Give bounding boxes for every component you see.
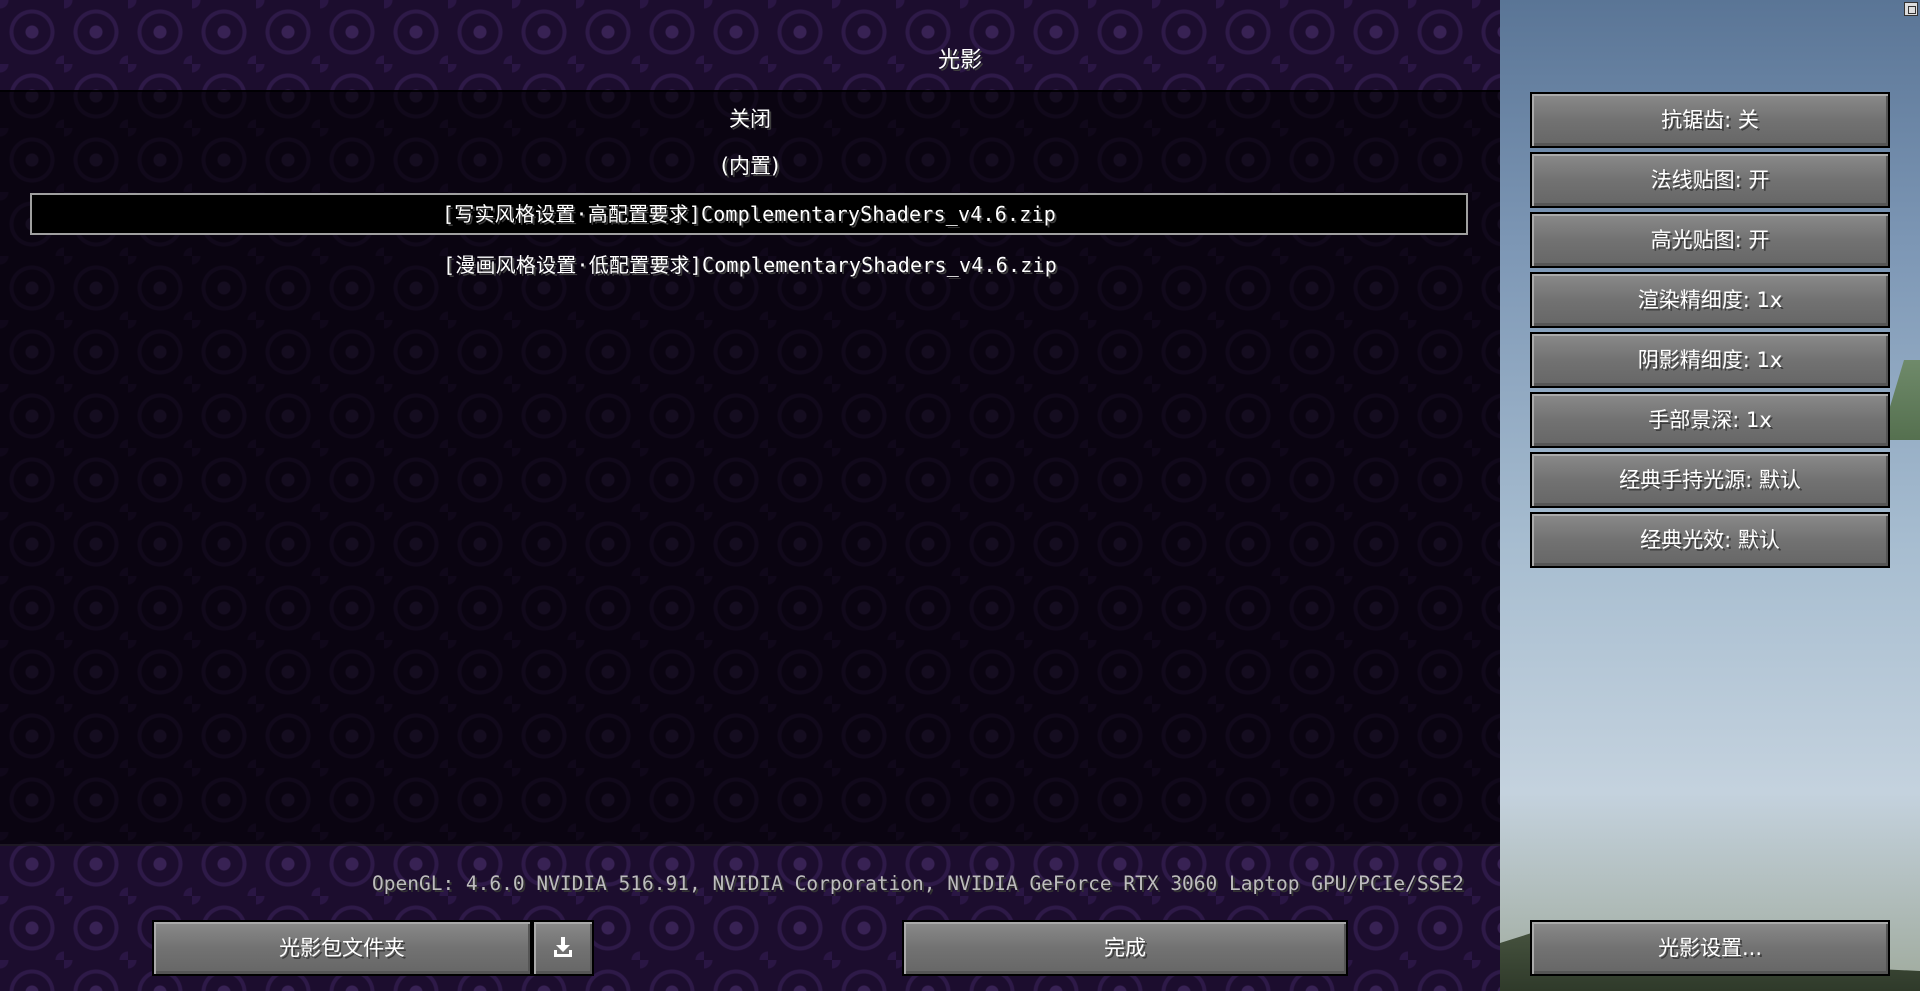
shader-list-item-off[interactable]: 关闭	[0, 103, 1500, 133]
download-button[interactable]	[532, 920, 594, 976]
gpu-info-text: OpenGL: 4.6.0 NVIDIA 516.91, NVIDIA Corp…	[372, 872, 1464, 895]
done-button[interactable]: 完成	[902, 920, 1348, 976]
shader-list-item[interactable]: [漫画风格设置·低配置要求]ComplementaryShaders_v4.6.…	[0, 249, 1500, 278]
specular-map-button[interactable]: 高光贴图: 开	[1530, 212, 1890, 268]
hand-depth-button[interactable]: 手部景深: 1x	[1530, 392, 1890, 448]
page-title: 光影	[937, 48, 982, 73]
shader-settings-button[interactable]: 光影设置...	[1530, 920, 1890, 976]
old-lighting-button[interactable]: 经典光效: 默认	[1530, 512, 1890, 568]
render-quality-button[interactable]: 渲染精细度: 1x	[1530, 272, 1890, 328]
shader-pack-folder-button[interactable]: 光影包文件夹	[152, 920, 532, 976]
shadow-quality-button[interactable]: 阴影精细度: 1x	[1530, 332, 1890, 388]
download-icon	[550, 934, 576, 960]
shader-options-screen: 光影 关闭 (内置) [写实风格设置·高配置要求]ComplementarySh…	[0, 0, 1920, 991]
window-restore-icon[interactable]	[1904, 2, 1918, 16]
shader-list-item-internal[interactable]: (内置)	[0, 150, 1500, 180]
normal-map-button[interactable]: 法线贴图: 开	[1530, 152, 1890, 208]
old-hand-light-button[interactable]: 经典手持光源: 默认	[1530, 452, 1890, 508]
shader-list-item-selected[interactable]: [写实风格设置·高配置要求]ComplementaryShaders_v4.6.…	[30, 193, 1468, 235]
antialiasing-button[interactable]: 抗锯齿: 关	[1530, 92, 1890, 148]
